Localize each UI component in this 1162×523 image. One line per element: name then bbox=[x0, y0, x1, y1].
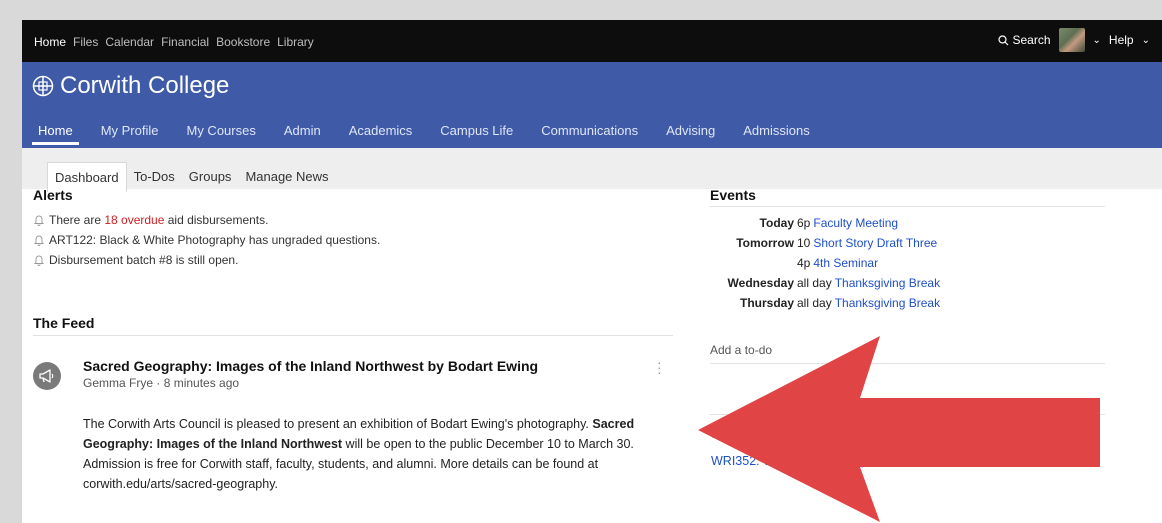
alert-text: ART122: Black & White Photography has un… bbox=[49, 233, 381, 247]
main-nav-campus-life[interactable]: Campus Life bbox=[434, 123, 519, 138]
post-body-text: The Corwith Arts Council is pleased to p… bbox=[83, 417, 593, 431]
course-faculty: Fac bbox=[1066, 454, 1087, 468]
add-todo-input[interactable]: Add a to-do bbox=[710, 343, 1105, 364]
alert-item: There are 18 overdue aid disbursements. bbox=[33, 210, 673, 230]
alert-text: aid disbursements. bbox=[164, 213, 269, 227]
event-row: Wednesday all day Thanksgiving Break bbox=[710, 273, 1105, 293]
top-nav-library[interactable]: Library bbox=[277, 35, 314, 49]
course-link[interactable]: WRI352: W bbox=[711, 454, 775, 468]
alerts-section: Alerts There are 18 overdue aid disburse… bbox=[33, 187, 673, 270]
help-menu[interactable]: Help bbox=[1109, 33, 1134, 47]
events-list: Today 6p Faculty Meeting Tomorrow 10 Sho… bbox=[710, 213, 1105, 313]
event-row: Today 6p Faculty Meeting bbox=[710, 213, 1105, 233]
post-body: The Corwith Arts Council is pleased to p… bbox=[83, 414, 683, 494]
bell-icon bbox=[33, 255, 45, 266]
event-row: Tomorrow 10 Short Story Draft Three bbox=[710, 233, 1105, 253]
event-link[interactable]: Thanksgiving Break bbox=[835, 296, 940, 310]
shortcuts-filter-input[interactable] bbox=[843, 426, 927, 444]
alert-item: ART122: Black & White Photography has un… bbox=[33, 230, 673, 250]
top-bar: Home Files Calendar Financial Bookstore … bbox=[22, 20, 1162, 62]
overdue-link[interactable]: 18 overdue bbox=[104, 213, 164, 227]
course-row: WRI352: W hop: Creative Non-fiction Fac bbox=[711, 454, 1131, 468]
sub-tab-bar: Dashboard To-Dos Groups Manage News bbox=[22, 148, 1162, 192]
college-logo-icon bbox=[32, 75, 54, 97]
avatar[interactable] bbox=[1058, 28, 1085, 52]
search-label: Search bbox=[1012, 33, 1051, 47]
alert-item: Disbursement batch #8 is still open. bbox=[33, 250, 673, 270]
shortcuts-label: Sh bbox=[711, 427, 727, 441]
event-time: 4p bbox=[797, 256, 811, 270]
event-time: all day bbox=[797, 276, 832, 290]
events-section: Events Today 6p Faculty Meeting Tomorrow… bbox=[710, 187, 1105, 313]
bell-icon bbox=[33, 235, 45, 246]
main-nav-academics[interactable]: Academics bbox=[343, 123, 419, 138]
top-nav-home[interactable]: Home bbox=[34, 35, 66, 49]
alert-text: There are bbox=[49, 213, 105, 227]
main-nav-my-profile[interactable]: My Profile bbox=[95, 123, 165, 138]
search-icon bbox=[997, 34, 1008, 45]
event-day: Wednesday bbox=[727, 276, 794, 290]
event-day: Today bbox=[759, 216, 794, 230]
post-header: Sacred Geography: Images of the Inland N… bbox=[83, 358, 538, 390]
divider bbox=[710, 414, 1105, 415]
events-header: Events bbox=[710, 187, 1105, 207]
main-nav-communications[interactable]: Communications bbox=[535, 123, 644, 138]
event-link[interactable]: Thanksgiving Break bbox=[835, 276, 940, 290]
post-meta: Gemma Frye · 8 minutes ago bbox=[83, 376, 240, 390]
alerts-title: Alerts bbox=[33, 187, 73, 203]
main-nav-home[interactable]: Home bbox=[32, 123, 79, 145]
event-day: Thursday bbox=[739, 296, 794, 310]
main-nav-my-courses[interactable]: My Courses bbox=[180, 123, 261, 138]
top-nav-bookstore[interactable]: Bookstore bbox=[216, 35, 270, 49]
college-name: Corwith College bbox=[60, 72, 230, 99]
event-time: all day bbox=[797, 296, 832, 310]
main-nav-admissions[interactable]: Admissions bbox=[737, 123, 815, 138]
event-day: Tomorrow bbox=[736, 236, 794, 250]
event-time: 6p bbox=[797, 216, 811, 230]
post-title[interactable]: Sacred Geography: Images of the Inland N… bbox=[83, 358, 538, 374]
event-link[interactable]: Short Story Draft Three bbox=[813, 236, 937, 250]
alerts-list: There are 18 overdue aid disbursements. … bbox=[33, 210, 673, 270]
feed-title: The Feed bbox=[33, 315, 95, 331]
top-nav-files[interactable]: Files bbox=[73, 35, 98, 49]
top-nav-financial[interactable]: Financial bbox=[161, 35, 209, 49]
events-title: Events bbox=[710, 187, 756, 203]
alert-text: Disbursement batch #8 is still open. bbox=[49, 253, 239, 267]
search-button[interactable]: Search bbox=[997, 33, 1051, 47]
top-nav: Home Files Calendar Financial Bookstore … bbox=[34, 35, 314, 49]
top-nav-calendar[interactable]: Calendar bbox=[105, 35, 154, 49]
top-right: Search ⌄ Help ⌄ bbox=[997, 28, 1150, 52]
post-time: 8 minutes ago bbox=[163, 376, 240, 390]
bell-icon bbox=[33, 215, 45, 226]
main-nav: Home My Profile My Courses Admin Academi… bbox=[32, 123, 816, 145]
event-time: 10 bbox=[797, 236, 811, 250]
brand[interactable]: Corwith College bbox=[32, 72, 229, 100]
event-link[interactable]: Faculty Meeting bbox=[813, 216, 898, 230]
event-link[interactable]: 4th Seminar bbox=[813, 256, 878, 270]
brand-header: Corwith College Home My Profile My Cours… bbox=[22, 62, 1162, 148]
megaphone-icon bbox=[33, 362, 61, 390]
main-nav-advising[interactable]: Advising bbox=[660, 123, 721, 138]
post-author[interactable]: Gemma Frye bbox=[83, 376, 153, 390]
chevron-down-icon[interactable]: ⌄ bbox=[1142, 35, 1150, 46]
main-nav-admin[interactable]: Admin bbox=[278, 123, 327, 138]
event-row: Thursday all day Thanksgiving Break bbox=[710, 293, 1105, 313]
event-row: 4p 4th Seminar bbox=[710, 253, 1105, 273]
course-link[interactable]: hop: Creative Non-fiction bbox=[847, 454, 985, 468]
more-options-icon[interactable]: · · · bbox=[657, 355, 662, 379]
chevron-down-icon[interactable]: ⌄ bbox=[1093, 35, 1101, 46]
feed-header: The Feed bbox=[33, 315, 673, 336]
